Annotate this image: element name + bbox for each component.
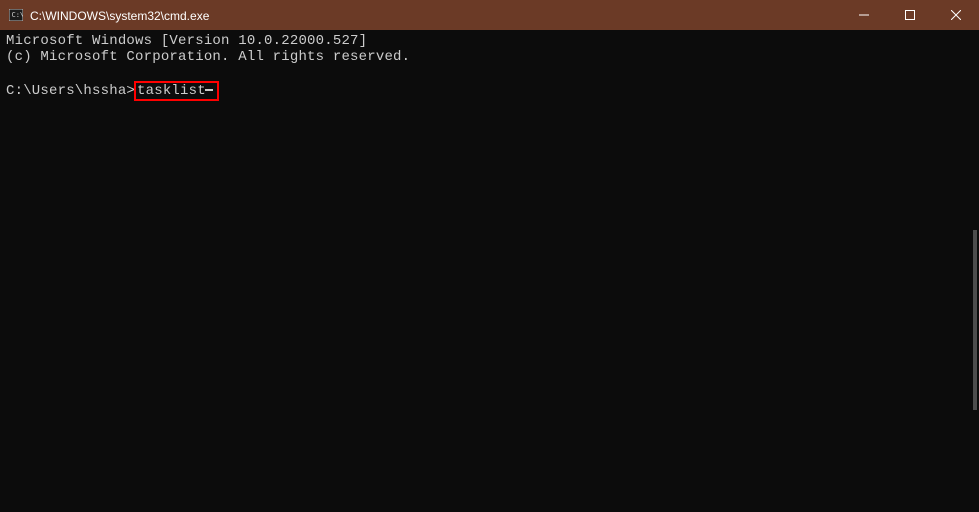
command-text: tasklist [137, 83, 206, 99]
scrollbar-thumb[interactable] [973, 230, 977, 410]
maximize-button[interactable] [887, 0, 933, 30]
close-button[interactable] [933, 0, 979, 30]
window-controls [841, 0, 979, 30]
titlebar[interactable]: C:\ C:\WINDOWS\system32\cmd.exe [0, 0, 979, 30]
copyright-line: (c) Microsoft Corporation. All rights re… [6, 49, 973, 65]
cmd-window: C:\ C:\WINDOWS\system32\cmd.exe [0, 0, 979, 512]
prompt-line: C:\Users\hssha>tasklist [6, 81, 973, 101]
svg-text:C:\: C:\ [12, 11, 24, 19]
prompt-text: C:\Users\hssha> [6, 83, 135, 99]
command-highlight: tasklist [134, 81, 219, 101]
terminal-body[interactable]: Microsoft Windows [Version 10.0.22000.52… [0, 30, 979, 512]
version-line: Microsoft Windows [Version 10.0.22000.52… [6, 33, 973, 49]
cmd-icon: C:\ [8, 7, 24, 23]
minimize-button[interactable] [841, 0, 887, 30]
blank-line [6, 65, 973, 81]
scrollbar[interactable] [972, 30, 978, 511]
cursor [205, 89, 213, 91]
window-title: C:\WINDOWS\system32\cmd.exe [30, 8, 841, 23]
